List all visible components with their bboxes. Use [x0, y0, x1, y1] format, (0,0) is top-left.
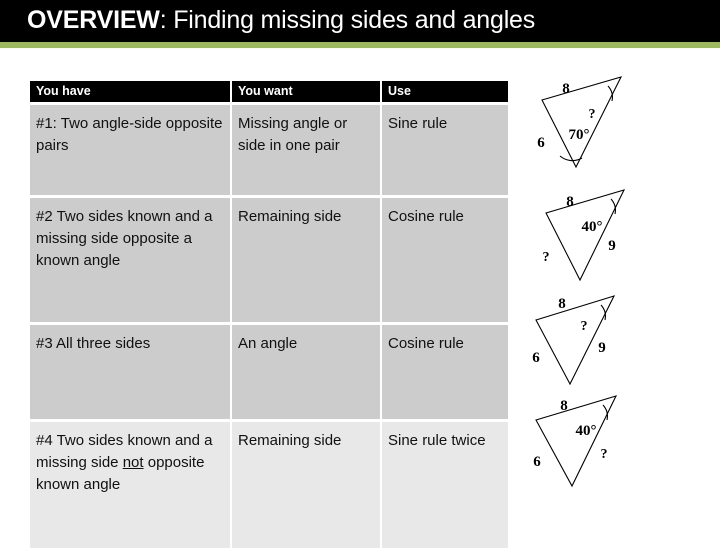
table-row: #1: Two angle-side opposite pairs Missin… — [30, 105, 508, 195]
figure-3-side-right: 9 — [598, 340, 606, 356]
cell-you-have: #4 Two sides known and a missing side no… — [30, 422, 230, 548]
triangle-diagram-1: 8 6 70° ? — [524, 74, 714, 190]
figure-1-side-left: 6 — [537, 135, 545, 151]
figure-2-side-top: 8 — [566, 194, 574, 210]
table-row: #2 Two sides known and a missing side op… — [30, 198, 508, 322]
page-title-rest: : Finding missing sides and angles — [159, 6, 536, 34]
page-title: OVERVIEW: Finding missing sides and angl… — [27, 6, 535, 35]
figure-3-side-top: 8 — [558, 296, 566, 312]
figure-2-unknown: ? — [543, 250, 550, 265]
figure-1-angle-known: 70° — [569, 127, 590, 143]
cell-text-part: #2 Two sides known and a missing side op… — [36, 208, 213, 270]
column-header-you-want: You want — [232, 81, 380, 102]
figure-2-angle-known: 40° — [582, 219, 603, 235]
cell-you-want: Remaining side — [232, 422, 380, 548]
triangle-icon: 8 6 70° ? — [537, 76, 623, 169]
cell-text-part: angle — [83, 252, 121, 270]
table-row: #4 Two sides known and a missing side no… — [30, 422, 508, 548]
overview-table: You have You want Use #1: Two angle-side… — [28, 78, 510, 551]
cell-you-have: #3 All three sides — [30, 325, 230, 419]
page-title-strong: OVERVIEW — [27, 6, 160, 34]
table-row: #3 All three sides An angle Cosine rule — [30, 325, 508, 419]
triangle-diagram-2: 8 9 40° ? — [524, 186, 714, 302]
table-header-row: You have You want Use — [30, 81, 508, 102]
cell-you-want: An angle — [232, 325, 380, 419]
slide-header-bar: OVERVIEW: Finding missing sides and angl… — [0, 0, 720, 42]
figure-3-unknown: ? — [581, 319, 588, 334]
cell-you-want: Missing angle or side in one pair — [232, 105, 380, 195]
figure-3-side-left: 6 — [532, 350, 540, 366]
cell-use: Cosine rule — [382, 198, 508, 322]
triangle-icon: 8 6 40° ? — [533, 395, 618, 488]
cell-text-emphasis: not — [122, 454, 144, 472]
column-header-you-have: You have — [30, 81, 230, 102]
cell-use: Sine rule twice — [382, 422, 508, 548]
figure-4-side-left: 6 — [533, 454, 541, 470]
figure-1-side-top: 8 — [562, 81, 570, 97]
figure-1-unknown: ? — [589, 107, 596, 122]
cell-you-have: #2 Two sides known and a missing side op… — [30, 198, 230, 322]
figure-4-unknown: ? — [601, 447, 608, 462]
column-header-use: Use — [382, 81, 508, 102]
cell-use: Sine rule — [382, 105, 508, 195]
figure-2-side-right: 9 — [608, 238, 616, 254]
cell-you-have: #1: Two angle-side opposite pairs — [30, 105, 230, 195]
triangle-icon: 8 9 40° ? — [543, 189, 626, 282]
cell-you-want: Remaining side — [232, 198, 380, 322]
figure-4-side-top: 8 — [560, 398, 568, 414]
cell-use: Cosine rule — [382, 325, 508, 419]
triangle-diagram-4: 8 6 40° ? — [524, 388, 714, 504]
accent-divider — [0, 42, 720, 48]
figure-4-angle-known: 40° — [576, 423, 597, 439]
